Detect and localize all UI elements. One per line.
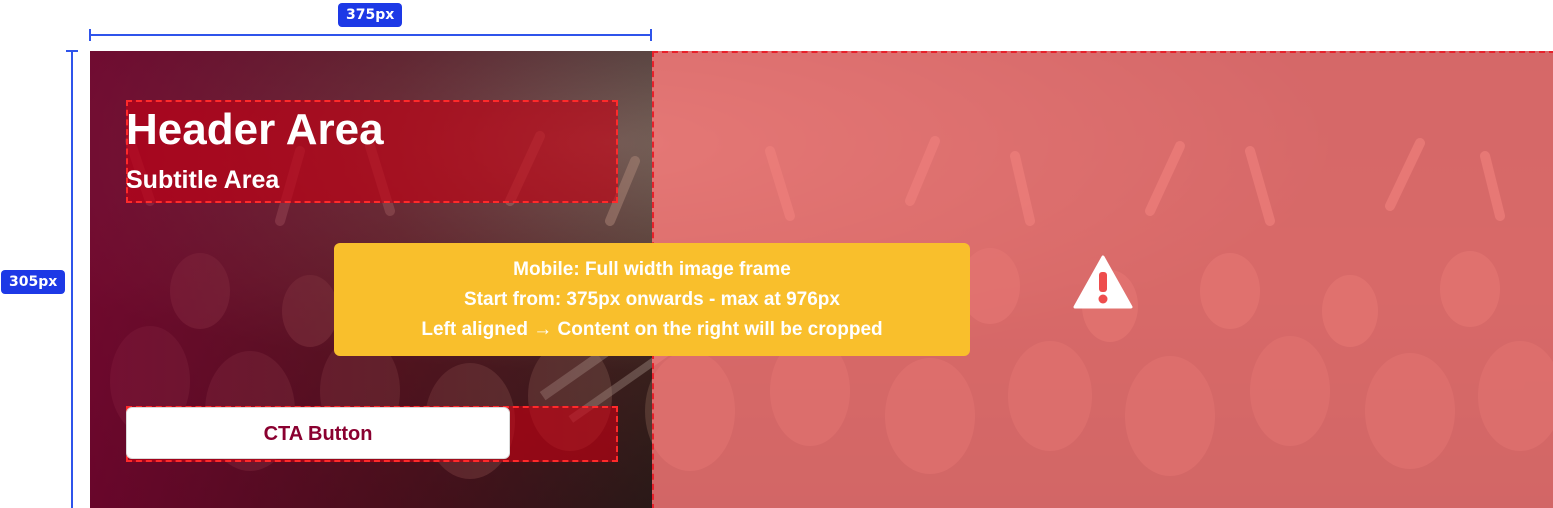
height-dimension-badge: 305px (1, 270, 65, 294)
width-dimension-badge: 375px (338, 3, 402, 27)
header-subtitle: Subtitle Area (126, 166, 280, 194)
height-dimension-cap-top (66, 50, 78, 52)
width-dimension-cap-right (650, 29, 652, 41)
info-note: Mobile: Full width image frame Start fro… (334, 243, 970, 356)
cta-button[interactable]: CTA Button (126, 407, 510, 459)
width-dimension-cap-left (89, 29, 91, 41)
width-dimension-line (90, 34, 651, 36)
note-line-3: Left aligned → Content on the right will… (421, 319, 883, 340)
note-line-1: Mobile: Full width image frame (513, 259, 791, 280)
warning-icon (1073, 255, 1133, 309)
banner-frame: Header Area Subtitle Area CTA Button Mob… (90, 51, 1553, 508)
height-dimension-line (71, 51, 73, 508)
header-title: Header Area (126, 105, 384, 154)
note-line-2: Start from: 375px onwards - max at 976px (464, 289, 840, 310)
